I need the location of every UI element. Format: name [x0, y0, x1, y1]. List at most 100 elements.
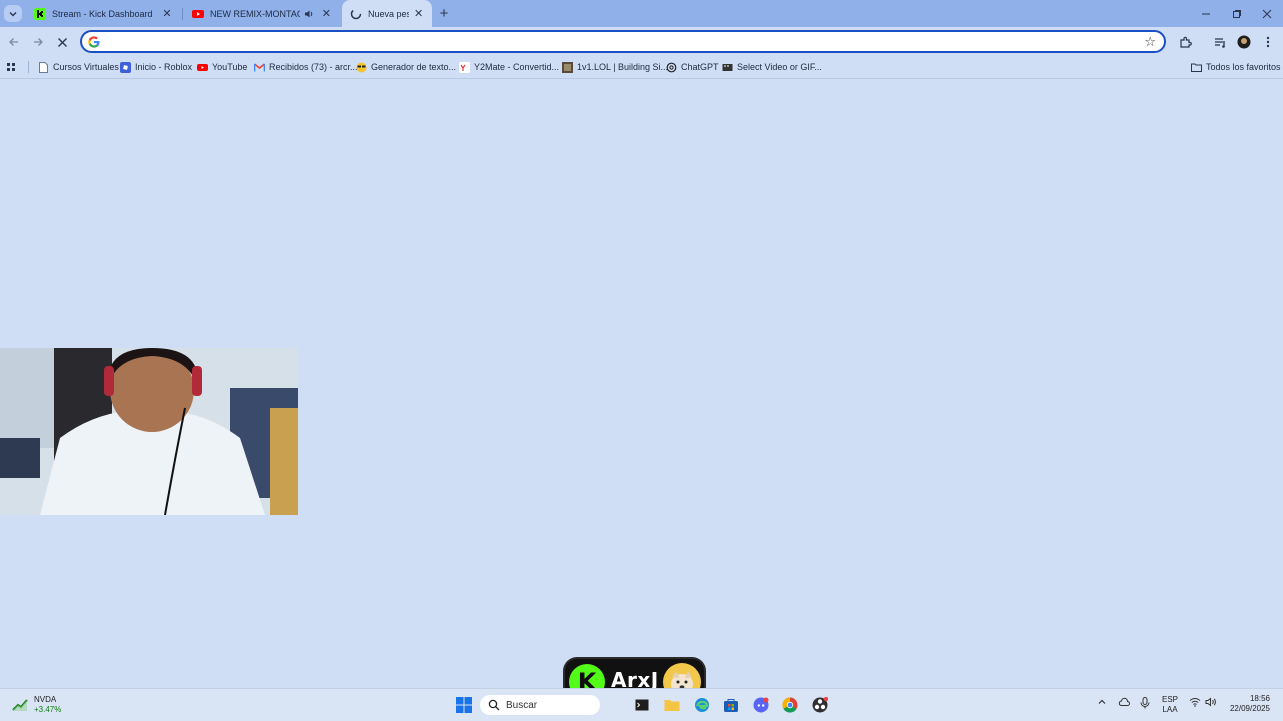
- wifi-icon: [1189, 698, 1201, 707]
- youtube-icon: [192, 8, 204, 20]
- minimize-button[interactable]: [1190, 0, 1222, 27]
- taskbar-app-terminal[interactable]: [632, 695, 652, 715]
- media-queue-icon: [1214, 37, 1225, 48]
- bookmark-label: Generador de texto...: [371, 62, 457, 72]
- tab-kick-dashboard[interactable]: Stream - Kick Dashboard ✕: [26, 0, 181, 27]
- webcam-overlay: [0, 348, 298, 515]
- speaker-icon[interactable]: [304, 8, 314, 20]
- bookmark-star-icon[interactable]: ☆: [1144, 34, 1156, 50]
- bookmark-item[interactable]: Generador de texto...: [356, 59, 456, 75]
- taskbar-app-edge[interactable]: [692, 695, 712, 715]
- bookmark-item[interactable]: Recibidos (73) - arcr...: [254, 59, 358, 75]
- stock-widget[interactable]: NVDA +3.47%: [12, 694, 61, 716]
- close-icon[interactable]: ✕: [161, 8, 173, 20]
- bookmark-label: Select Video or GIF...: [737, 62, 822, 72]
- stock-symbol: NVDA: [34, 695, 57, 704]
- tab-new-tab[interactable]: Nueva pest ✕: [342, 0, 432, 27]
- game-icon: [562, 61, 573, 73]
- bookmark-label: Recibidos (73) - arcr...: [269, 62, 358, 72]
- folder-icon: [664, 700, 680, 711]
- youtube-icon: [197, 62, 208, 73]
- language-code: ESP: [1162, 695, 1179, 704]
- clock-time: 18:56: [1249, 694, 1270, 703]
- input-language-indicator[interactable]: ESP LAA: [1162, 695, 1178, 715]
- bookmark-divider: [28, 61, 29, 73]
- page-icon: [38, 61, 49, 73]
- extensions-button[interactable]: [1176, 33, 1194, 51]
- new-tab-button[interactable]: +: [435, 5, 453, 22]
- tray-overflow-button[interactable]: [1097, 697, 1107, 707]
- bookmark-label: Inicio - Roblox: [135, 62, 193, 72]
- clock-date: 22/09/2025: [1229, 704, 1270, 713]
- obs-icon: [812, 697, 828, 713]
- close-icon[interactable]: ✕: [322, 8, 331, 20]
- search-label: Buscar: [506, 699, 538, 711]
- cloud-icon: [1118, 697, 1130, 706]
- store-icon: [724, 699, 738, 712]
- bookmark-item[interactable]: Select Video or GIF...: [722, 59, 822, 75]
- sunglasses-icon: [356, 62, 367, 73]
- close-icon[interactable]: ✕: [413, 8, 424, 20]
- taskbar-clock[interactable]: 18:56 22/09/2025: [1224, 694, 1270, 714]
- taskbar-app-chrome[interactable]: [780, 695, 800, 715]
- tray-microphone[interactable]: [1140, 697, 1150, 709]
- stock-change: +3.47%: [34, 705, 62, 714]
- apps-button[interactable]: [6, 59, 17, 75]
- tab-search-button[interactable]: [4, 5, 22, 22]
- tab-title: NEW REMIX-MONTAGEM B: [210, 8, 300, 19]
- browser-toolbar: ☆: [0, 27, 1283, 56]
- tab-title: Stream - Kick Dashboard: [52, 8, 153, 19]
- bookmark-label: YouTube: [212, 62, 248, 72]
- bookmark-item[interactable]: ChatGPT: [666, 59, 719, 75]
- chrome-icon: [782, 697, 798, 713]
- bookmark-item[interactable]: Inicio - Roblox: [120, 59, 192, 75]
- forward-button[interactable]: [29, 33, 47, 51]
- speaker-icon: [1205, 697, 1216, 707]
- google-icon: [88, 36, 100, 48]
- discord-icon: [753, 697, 769, 713]
- bookmark-label: 1v1.LOL | Building Si...: [577, 62, 669, 72]
- y2mate-icon: [459, 61, 470, 73]
- taskbar-app-obs[interactable]: [810, 695, 830, 715]
- close-icon: [57, 37, 67, 47]
- more-vert-icon: [1266, 36, 1270, 48]
- bookmark-item[interactable]: 1v1.LOL | Building Si...: [562, 59, 668, 75]
- folder-icon: [1191, 62, 1202, 73]
- stop-loading-button[interactable]: [53, 33, 71, 51]
- all-bookmarks-folder[interactable]: Todos los favoritos: [1191, 59, 1281, 75]
- restore-button[interactable]: [1221, 0, 1253, 27]
- chevron-down-icon: [9, 11, 17, 16]
- tab-strip: Stream - Kick Dashboard ✕ NEW REMIX-MONT…: [0, 0, 1283, 27]
- tray-wifi[interactable]: [1189, 697, 1201, 707]
- back-button[interactable]: [5, 33, 23, 51]
- taskbar-app-files[interactable]: [662, 695, 682, 715]
- tray-onedrive[interactable]: [1118, 697, 1130, 707]
- tab-youtube-remix[interactable]: NEW REMIX-MONTAGEM B ✕: [184, 0, 339, 27]
- taskbar-app-store[interactable]: [721, 695, 741, 715]
- restore-icon: [1233, 9, 1241, 18]
- bookmark-item[interactable]: YouTube: [197, 59, 247, 75]
- bookmark-item[interactable]: Cursos Virtuales: [38, 59, 119, 75]
- taskbar-search[interactable]: Buscar: [480, 695, 600, 715]
- menu-button[interactable]: [1259, 33, 1277, 51]
- terminal-icon: [635, 699, 649, 711]
- close-window-button[interactable]: [1251, 0, 1283, 27]
- close-icon: [1262, 9, 1272, 18]
- taskbar-app-discord[interactable]: [751, 695, 771, 715]
- media-control-button[interactable]: [1211, 33, 1229, 51]
- profile-avatar[interactable]: [1235, 33, 1253, 51]
- address-input[interactable]: [106, 34, 1136, 50]
- address-bar[interactable]: ☆: [80, 30, 1166, 53]
- tray-volume[interactable]: [1205, 697, 1217, 707]
- stock-trend-icon: [12, 699, 28, 711]
- webcam-image: [0, 348, 298, 515]
- minimize-icon: [1202, 13, 1210, 14]
- edge-icon: [695, 698, 709, 712]
- loading-icon: [350, 8, 362, 20]
- bookmark-item[interactable]: Y2Mate - Convertid...: [459, 59, 559, 75]
- start-button[interactable]: [454, 695, 474, 715]
- tab-title: Nueva pest: [368, 8, 410, 19]
- microphone-icon: [1140, 697, 1150, 709]
- search-icon: [488, 699, 500, 711]
- bookmark-label: Cursos Virtuales: [53, 62, 119, 72]
